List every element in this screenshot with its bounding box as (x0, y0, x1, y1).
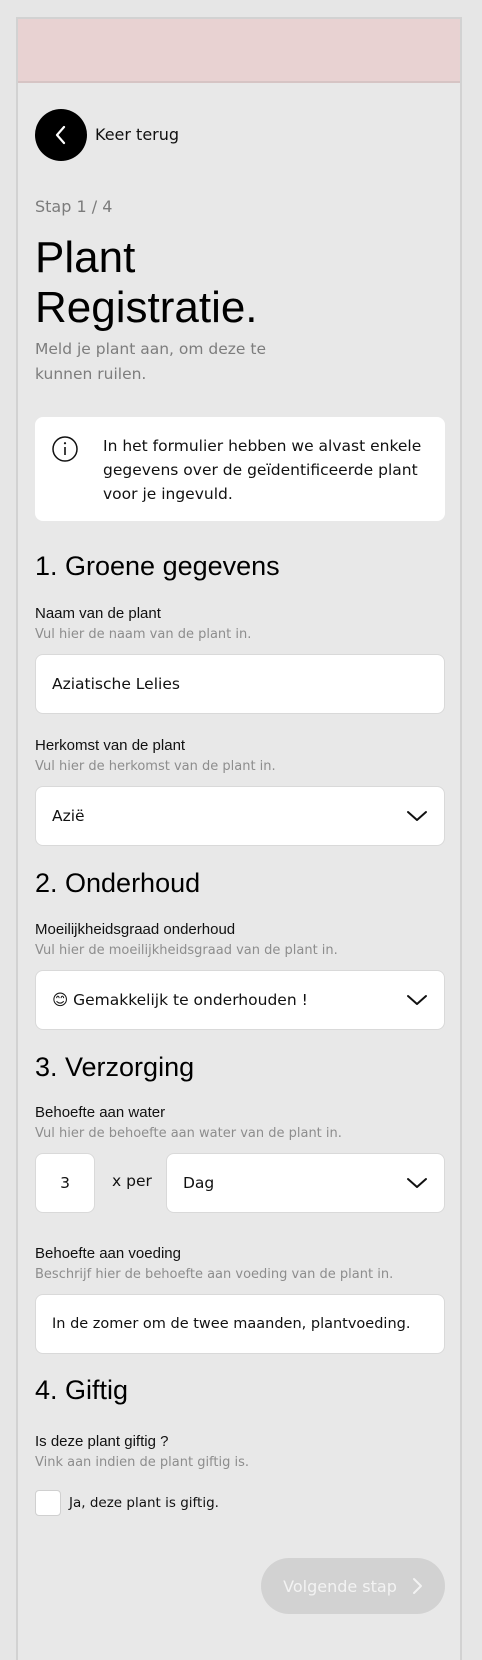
chevron-down-icon (407, 1178, 427, 1188)
water-hint: Vul hier de behoefte aan water van de pl… (35, 1126, 342, 1141)
back-button[interactable] (35, 109, 87, 161)
info-icon (52, 436, 78, 462)
plant-name-label: Naam van de plant (35, 605, 161, 622)
page-title: Plant Registratie. (35, 233, 258, 333)
plant-origin-select[interactable]: Azië (35, 786, 445, 846)
toxic-checkbox-label[interactable]: Ja, deze plant is giftig. (69, 1495, 219, 1511)
water-per-text: x per (112, 1172, 152, 1190)
food-value: In de zomer om de twee maanden, plantvoe… (52, 1316, 411, 1332)
water-period-value: Dag (183, 1174, 215, 1192)
toxic-checkbox[interactable] (35, 1490, 61, 1516)
top-banner (18, 19, 460, 83)
section-title-toxic: 4. Giftig (35, 1375, 129, 1405)
plant-origin-value: Azië (52, 807, 85, 825)
water-amount-value: 3 (60, 1174, 70, 1192)
food-label: Behoefte aan voeding (35, 1245, 181, 1262)
app-frame: Keer terug Stap 1 / 4 Plant Registratie.… (16, 17, 462, 1660)
water-period-select[interactable]: Dag (166, 1153, 445, 1213)
section-title-maintenance: 2. Onderhoud (35, 868, 201, 898)
chevron-right-icon (412, 1578, 422, 1594)
plant-origin-hint: Vul hier de herkomst van de plant in. (35, 759, 276, 774)
chevron-left-icon (55, 125, 66, 145)
water-amount-input[interactable]: 3 (35, 1153, 95, 1213)
page-subtitle: Meld je plant aan, om deze te kunnen rui… (35, 340, 266, 383)
plant-name-hint: Vul hier de naam van de plant in. (35, 627, 252, 642)
toxic-hint: Vink aan indien de plant giftig is. (35, 1455, 250, 1470)
section-title-green-data: 1. Groene gegevens (35, 551, 280, 581)
page-title-line2: Registratie. (35, 283, 258, 332)
difficulty-hint: Vul hier de moeilijkheidsgraad van de pl… (35, 943, 338, 958)
plant-origin-label: Herkomst van de plant (35, 737, 186, 754)
info-card: In het formulier hebben we alvast enkele… (35, 417, 445, 521)
info-text: In het formulier hebben we alvast enkele… (103, 437, 422, 503)
next-step-button[interactable]: Volgende stap (261, 1558, 445, 1614)
step-indicator: Stap 1 / 4 (35, 197, 113, 216)
plant-name-input[interactable]: Aziatische Lelies (35, 654, 445, 714)
difficulty-value: 😊 Gemakkelijk te onderhouden ! (52, 991, 308, 1009)
water-label: Behoefte aan water (35, 1104, 166, 1121)
next-step-label: Volgende stap (283, 1576, 397, 1596)
toxic-label: Is deze plant giftig ? (35, 1433, 169, 1450)
difficulty-select[interactable]: 😊 Gemakkelijk te onderhouden ! (35, 970, 445, 1030)
food-input[interactable]: In de zomer om de twee maanden, plantvoe… (35, 1294, 445, 1354)
section-title-care: 3. Verzorging (35, 1052, 195, 1082)
food-hint: Beschrijf hier de behoefte aan voeding v… (35, 1267, 394, 1282)
page-title-line1: Plant (35, 233, 136, 282)
plant-name-value: Aziatische Lelies (52, 675, 180, 693)
chevron-down-icon (407, 811, 427, 821)
chevron-down-icon (407, 995, 427, 1005)
back-label[interactable]: Keer terug (95, 125, 179, 144)
difficulty-label: Moeilijkheidsgraad onderhoud (35, 921, 236, 938)
